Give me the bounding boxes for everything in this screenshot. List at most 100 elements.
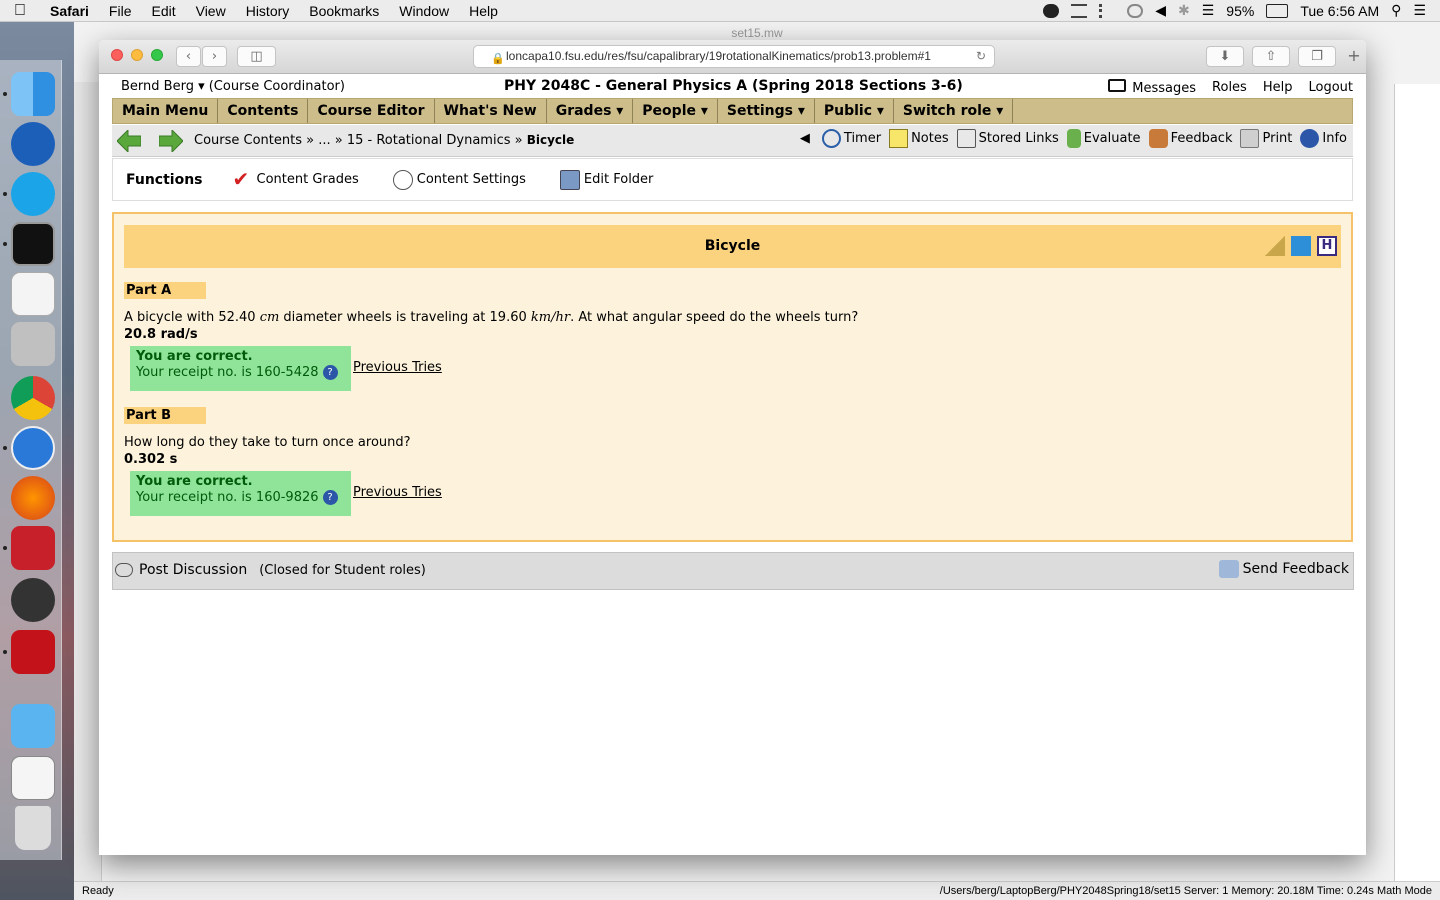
time-machine-icon[interactable] [1127,3,1144,18]
macos-menubar:  Safari File Edit View History Bookmark… [0,0,1440,22]
volume-icon[interactable]: ◀ [1155,2,1166,19]
menu-app-name[interactable]: Safari [40,3,99,19]
info-tool[interactable]: Info [1298,129,1349,148]
previous-arrow-icon[interactable] [117,130,141,152]
minimize-window-button[interactable] [131,49,143,61]
maple-icon[interactable] [11,526,55,570]
user-role[interactable]: Bernd Berg ▾ (Course Coordinator) [121,79,345,94]
ruler-icon[interactable] [1265,236,1285,256]
battery-icon[interactable] [1266,3,1289,18]
menu-course-editor[interactable]: Course Editor [308,99,435,123]
menu-whats-new[interactable]: What's New [435,99,547,123]
downloads-button[interactable]: ⬇ [1206,46,1244,67]
help-link[interactable]: Help [1263,80,1293,95]
wifi-icon[interactable]: ☰ [1202,2,1215,19]
apple-menu-icon[interactable]:  [0,2,40,20]
skype-tray-icon[interactable] [1043,3,1060,18]
share-button[interactable]: ⇧ [1252,46,1290,67]
display-tray-icon[interactable] [1071,3,1088,18]
documents-stack-icon[interactable] [11,756,55,800]
bars-tray-icon[interactable] [1099,3,1115,18]
next-arrow-icon[interactable] [159,130,183,152]
tabs-overview-button[interactable]: ❐ [1298,46,1336,67]
running-indicator [3,650,7,654]
messages-link[interactable]: Messages [1108,79,1196,96]
menu-window[interactable]: Window [389,3,459,19]
settings-clock-icon [392,169,413,190]
safari-icon[interactable] [11,426,55,470]
downloads-folder-icon[interactable] [11,704,55,748]
textedit-icon[interactable] [11,272,55,316]
close-window-button[interactable] [111,49,123,61]
menu-contents[interactable]: Contents [218,99,309,123]
post-discussion-link[interactable]: Post Discussion [139,562,247,578]
bookmark-icon [956,129,976,148]
help-icon[interactable]: ? [322,490,338,505]
background-window-sidebar [74,82,102,882]
menu-public[interactable]: Public ▾ [815,99,894,123]
menu-help[interactable]: Help [459,3,508,19]
battery-percent[interactable]: 95% [1226,3,1254,19]
breadcrumb-current: Bicycle [526,133,575,147]
spotlight-search-icon[interactable]: ⚲ [1391,2,1401,19]
part-a-previous-tries-link[interactable]: Previous Tries [353,360,442,375]
skype-icon[interactable] [11,172,55,216]
content-settings-link[interactable]: Content Settings [392,169,526,190]
thumbs-up-icon [1066,129,1081,148]
menu-file[interactable]: File [99,3,142,19]
menu-main-menu[interactable]: Main Menu [113,99,219,123]
timer-tool[interactable]: Timer [820,129,883,148]
xquartz-icon[interactable] [11,578,55,622]
menu-grades[interactable]: Grades ▾ [547,99,634,123]
forward-button[interactable]: › [202,46,227,67]
back-button[interactable]: ‹ [176,46,201,67]
zoom-window-button[interactable] [151,49,163,61]
problem-title-bar: Bicycle H [124,225,1341,268]
logout-link[interactable]: Logout [1308,80,1353,95]
notes-tool[interactable]: Notes [887,129,951,148]
feedback-tool[interactable]: Feedback [1147,129,1235,148]
collapse-tools-icon[interactable]: ◀ [800,131,810,146]
print-tool[interactable]: Print [1238,129,1294,148]
bluetooth-icon[interactable]: ✱ [1178,2,1190,19]
send-feedback-area[interactable]: Send Feedback [1218,560,1349,578]
firefox-icon[interactable] [11,476,55,520]
content-grades-link[interactable]: ✔ Content Grades [233,169,359,190]
calculator-icon[interactable] [11,322,55,366]
menu-history[interactable]: History [236,3,300,19]
thunderbird-icon[interactable] [11,122,55,166]
help-icon[interactable]: ? [322,365,338,380]
address-bar[interactable]: 🔒 loncapa10.fsu.edu/res/fsu/capalibrary/… [473,45,995,68]
new-tab-button[interactable]: + [1343,46,1365,67]
user-links: Messages Roles Help Logout [1108,79,1353,96]
part-b-question: How long do they take to turn once aroun… [124,435,411,450]
folder-edit-icon [559,169,580,190]
chrome-icon[interactable] [11,376,55,420]
breadcrumb-trail[interactable]: Course Contents » ... » 15 - Rotational … [194,133,527,148]
hint-icon[interactable]: H [1317,236,1337,256]
acrobat-icon[interactable] [11,630,55,674]
menu-switch-role[interactable]: Switch role ▾ [894,99,1014,123]
menu-settings[interactable]: Settings ▾ [718,99,815,123]
trash-icon[interactable] [15,806,51,850]
menu-view[interactable]: View [186,3,236,19]
running-indicator [3,92,7,96]
notification-center-icon[interactable]: ☰ [1413,2,1426,19]
chart-icon[interactable] [1291,236,1311,256]
clock[interactable]: Tue 6:56 AM [1300,3,1379,19]
part-b-previous-tries-link[interactable]: Previous Tries [353,485,442,500]
terminal-icon[interactable] [11,222,55,266]
menu-edit[interactable]: Edit [141,3,185,19]
finder-icon[interactable] [11,72,55,116]
dock [0,60,62,860]
sidebar-toggle-button[interactable]: ◫ [237,46,276,67]
roles-link[interactable]: Roles [1212,80,1247,95]
running-indicator [3,242,7,246]
send-feedback-link[interactable]: Send Feedback [1243,561,1349,577]
edit-folder-link[interactable]: Edit Folder [559,169,653,190]
stored-links-tool[interactable]: Stored Links [955,129,1061,148]
menu-people[interactable]: People ▾ [633,99,718,123]
evaluate-tool[interactable]: Evaluate [1065,129,1143,148]
reload-icon[interactable]: ↻ [976,46,986,67]
menu-bookmarks[interactable]: Bookmarks [299,3,389,19]
